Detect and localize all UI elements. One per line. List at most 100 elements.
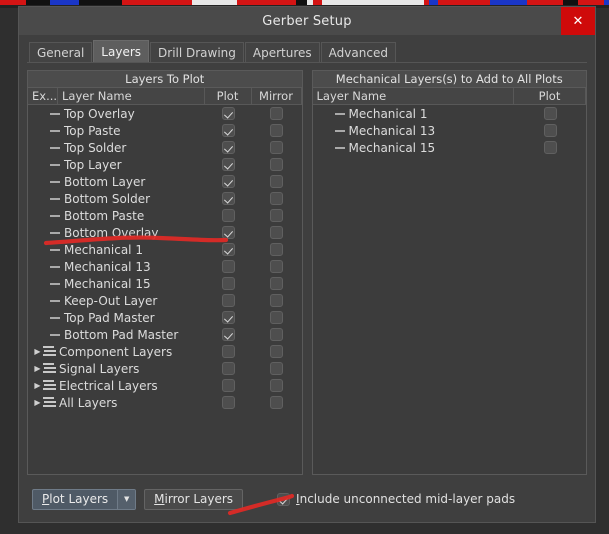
plot-cell[interactable] bbox=[205, 107, 252, 120]
mirror-checkbox[interactable] bbox=[270, 277, 283, 290]
plot-checkbox[interactable] bbox=[221, 396, 235, 409]
plot-cell[interactable] bbox=[205, 175, 252, 188]
mirror-cell[interactable] bbox=[252, 158, 302, 171]
mirror-checkbox[interactable] bbox=[270, 396, 283, 409]
mirror-checkbox[interactable] bbox=[270, 294, 283, 307]
tab-drill-drawing[interactable]: Drill Drawing bbox=[150, 42, 244, 62]
plot-checkbox[interactable] bbox=[221, 175, 235, 188]
tab-advanced[interactable]: Advanced bbox=[320, 42, 396, 62]
mirror-cell[interactable] bbox=[252, 243, 302, 256]
mirror-cell[interactable] bbox=[252, 141, 302, 154]
plot-checkbox[interactable] bbox=[221, 362, 235, 375]
chevron-right-icon[interactable]: ▶ bbox=[32, 398, 43, 407]
layer-name-cell[interactable]: ▶ Electrical Layers bbox=[28, 379, 205, 393]
table-row[interactable]: ▶ Electrical Layers bbox=[28, 377, 302, 394]
plot-layers-label[interactable]: Plot Layers bbox=[33, 490, 117, 509]
plot-checkbox[interactable] bbox=[221, 345, 235, 358]
table-row[interactable]: ▶ All Layers bbox=[28, 394, 302, 411]
mirror-cell[interactable] bbox=[252, 260, 302, 273]
plot-cell[interactable] bbox=[205, 192, 252, 205]
plot-checkbox[interactable] bbox=[221, 158, 235, 171]
plot-cell[interactable] bbox=[205, 226, 252, 239]
mirror-cell[interactable] bbox=[252, 226, 302, 239]
plot-cell[interactable] bbox=[205, 345, 252, 358]
mirror-checkbox[interactable] bbox=[270, 141, 283, 154]
plot-cell[interactable] bbox=[205, 209, 252, 222]
column-header-layer-name-right[interactable]: Layer Name bbox=[313, 88, 514, 104]
plot-checkbox[interactable] bbox=[221, 192, 235, 205]
mirror-cell[interactable] bbox=[252, 107, 302, 120]
plot-checkbox[interactable] bbox=[221, 311, 235, 324]
plot-checkbox[interactable] bbox=[543, 141, 557, 154]
plot-cell[interactable] bbox=[205, 124, 252, 137]
plot-checkbox[interactable] bbox=[543, 107, 557, 120]
tab-general[interactable]: General bbox=[29, 42, 93, 62]
table-row[interactable]: Keep-Out Layer bbox=[28, 292, 302, 309]
column-header-plot-right[interactable]: Plot bbox=[514, 88, 586, 104]
layer-name-cell[interactable]: ▶ Component Layers bbox=[28, 345, 205, 359]
plot-cell[interactable] bbox=[205, 311, 252, 324]
table-row[interactable]: Mechanical 15 bbox=[28, 275, 302, 292]
plot-checkbox[interactable] bbox=[221, 209, 235, 222]
mirror-checkbox[interactable] bbox=[270, 379, 283, 392]
plot-cell[interactable] bbox=[205, 396, 252, 409]
plot-checkbox[interactable] bbox=[221, 141, 235, 154]
tab-apertures[interactable]: Apertures bbox=[244, 42, 320, 62]
layer-name-cell[interactable]: Top Overlay bbox=[28, 107, 205, 121]
mirror-cell[interactable] bbox=[252, 345, 302, 358]
chevron-right-icon[interactable]: ▶ bbox=[32, 364, 43, 373]
column-header-layer-name[interactable]: Layer Name bbox=[58, 88, 205, 104]
plot-cell[interactable] bbox=[514, 107, 586, 120]
layer-name-cell[interactable]: Mechanical 13 bbox=[28, 260, 205, 274]
table-row[interactable]: Mechanical 1 bbox=[28, 241, 302, 258]
mirror-cell[interactable] bbox=[252, 192, 302, 205]
mirror-checkbox[interactable] bbox=[270, 328, 283, 341]
mirror-checkbox[interactable] bbox=[270, 192, 283, 205]
plot-cell[interactable] bbox=[205, 294, 252, 307]
table-row[interactable]: Bottom Paste bbox=[28, 207, 302, 224]
plot-checkbox[interactable] bbox=[221, 328, 235, 341]
layer-name-cell[interactable]: Bottom Overlay bbox=[28, 226, 205, 240]
column-header-exclude[interactable]: Ex... bbox=[28, 88, 58, 104]
table-row[interactable]: Bottom Solder bbox=[28, 190, 302, 207]
plot-cell[interactable] bbox=[205, 158, 252, 171]
chevron-down-icon[interactable]: ▼ bbox=[117, 489, 136, 509]
mirror-cell[interactable] bbox=[252, 124, 302, 137]
layer-name-cell[interactable]: Mechanical 1 bbox=[28, 243, 205, 257]
plot-cell[interactable] bbox=[514, 124, 586, 137]
table-row[interactable]: Top Pad Master bbox=[28, 309, 302, 326]
mirror-checkbox[interactable] bbox=[270, 226, 283, 239]
layer-name-cell[interactable]: ▶ Signal Layers bbox=[28, 362, 205, 376]
mirror-cell[interactable] bbox=[252, 209, 302, 222]
table-row[interactable]: Mechanical 13 bbox=[28, 258, 302, 275]
table-row[interactable]: Top Layer bbox=[28, 156, 302, 173]
table-row[interactable]: Mechanical 1 bbox=[313, 105, 587, 122]
layer-name-cell[interactable]: Mechanical 15 bbox=[313, 141, 515, 155]
mirror-checkbox[interactable] bbox=[270, 124, 283, 137]
plot-cell[interactable] bbox=[205, 379, 252, 392]
layer-name-cell[interactable]: Top Paste bbox=[28, 124, 205, 138]
mirror-checkbox[interactable] bbox=[270, 107, 283, 120]
plot-checkbox[interactable] bbox=[221, 294, 235, 307]
plot-cell[interactable] bbox=[205, 277, 252, 290]
plot-checkbox[interactable] bbox=[221, 379, 235, 392]
plot-checkbox[interactable] bbox=[221, 243, 235, 256]
plot-checkbox[interactable] bbox=[221, 124, 235, 137]
layer-name-cell[interactable]: Bottom Solder bbox=[28, 192, 205, 206]
mirror-cell[interactable] bbox=[252, 328, 302, 341]
table-row[interactable]: Bottom Pad Master bbox=[28, 326, 302, 343]
tab-layers[interactable]: Layers bbox=[93, 40, 150, 62]
table-row[interactable]: Bottom Layer bbox=[28, 173, 302, 190]
mirror-checkbox[interactable] bbox=[270, 209, 283, 222]
mirror-cell[interactable] bbox=[252, 311, 302, 324]
layer-name-cell[interactable]: Mechanical 13 bbox=[313, 124, 515, 138]
layer-name-cell[interactable]: Top Pad Master bbox=[28, 311, 205, 325]
plot-cell[interactable] bbox=[205, 141, 252, 154]
mirror-cell[interactable] bbox=[252, 396, 302, 409]
table-row[interactable]: Top Overlay bbox=[28, 105, 302, 122]
plot-checkbox[interactable] bbox=[221, 260, 235, 273]
column-header-mirror[interactable]: Mirror bbox=[252, 88, 302, 104]
table-row[interactable]: ▶ Component Layers bbox=[28, 343, 302, 360]
mirror-checkbox[interactable] bbox=[270, 175, 283, 188]
layer-name-cell[interactable]: Mechanical 15 bbox=[28, 277, 205, 291]
